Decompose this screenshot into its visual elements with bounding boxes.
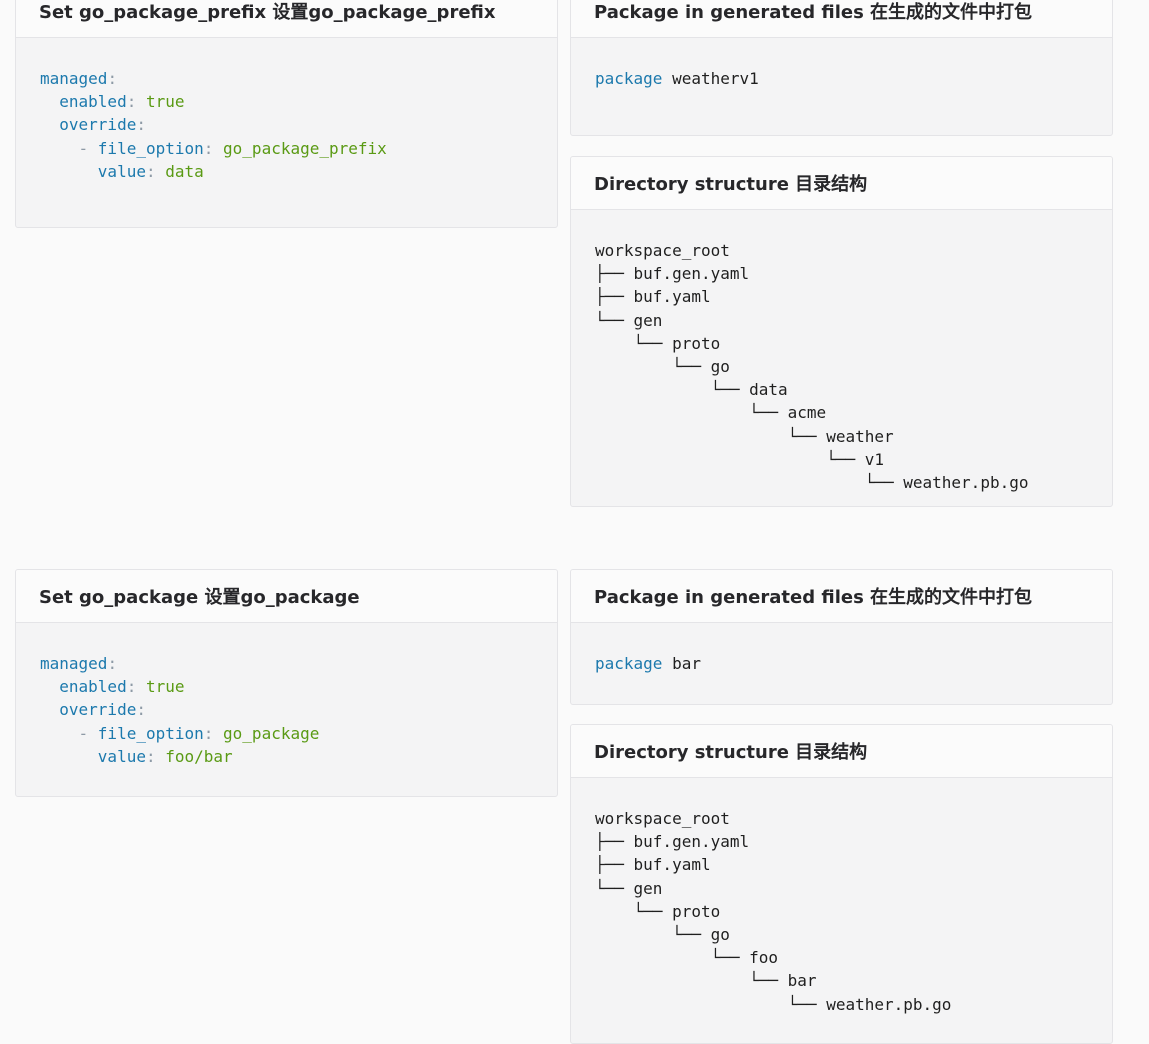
tree-line: workspace_root <box>595 809 730 828</box>
yaml-key: managed <box>40 654 108 673</box>
yaml-key: value <box>97 746 146 766</box>
directory-tree: workspace_root ├── buf.gen.yaml ├── buf.… <box>571 778 1112 1016</box>
go-code-block: package weatherv1 <box>571 38 1112 90</box>
tree-line: ├── buf.gen.yaml <box>595 264 750 284</box>
yaml-code-block: managed: enabled: true override: - file_… <box>40 654 320 766</box>
yaml-value: true <box>145 677 185 697</box>
package-name: weatherv1 <box>672 69 759 88</box>
directory-card: Directory structure 目录结构 workspace_root … <box>570 724 1113 1044</box>
yaml-key: override <box>59 115 137 135</box>
config-card: Set go_package 设置go_package managed: ena… <box>15 569 558 797</box>
yaml-value: data <box>165 161 204 181</box>
package-keyword: package <box>595 69 663 88</box>
card-title: Directory structure 目录结构 <box>571 725 1112 778</box>
card-title: Set go_package 设置go_package <box>16 570 557 623</box>
tree-line: └── data <box>595 380 788 400</box>
directory-tree: workspace_root ├── buf.gen.yaml ├── buf.… <box>571 210 1112 494</box>
go-code-block: package bar <box>571 623 1112 675</box>
yaml-key: override <box>59 700 137 720</box>
tree-line: workspace_root <box>595 241 730 260</box>
yaml-value: go_package <box>223 723 320 743</box>
tree-line: └── gen <box>595 310 663 330</box>
card-title: Package in generated files 在生成的文件中打包 <box>571 570 1112 623</box>
yaml-key: managed <box>40 69 108 88</box>
yaml-key: file_option <box>97 138 204 158</box>
yaml-key: enabled <box>59 677 127 697</box>
package-name: bar <box>672 654 701 673</box>
tree-line: └── weather.pb.go <box>595 994 952 1014</box>
yaml-code-block: managed: enabled: true override: - file_… <box>40 69 387 181</box>
tree-line: ├── buf.yaml <box>595 855 711 875</box>
yaml-value: go_package_prefix <box>223 138 387 158</box>
tree-line: └── v1 <box>595 449 884 469</box>
tree-line: └── proto <box>595 901 721 921</box>
yaml-value: foo/bar <box>165 746 233 766</box>
tree-line: └── go <box>595 357 730 377</box>
tree-line: └── acme <box>595 403 827 423</box>
package-card: Package in generated files 在生成的文件中打包 pac… <box>570 0 1113 136</box>
card-title: Directory structure 目录结构 <box>571 157 1112 210</box>
tree-line: ├── buf.gen.yaml <box>595 832 750 852</box>
tree-line: └── gen <box>595 878 663 898</box>
tree-line: └── bar <box>595 971 817 991</box>
yaml-value: true <box>145 92 185 112</box>
tree-line: └── foo <box>595 948 779 968</box>
package-card: Package in generated files 在生成的文件中打包 pac… <box>570 569 1113 705</box>
card-title: Set go_package_prefix 设置go_package_prefi… <box>16 0 557 38</box>
tree-line: └── weather <box>595 426 894 446</box>
tree-line: └── go <box>595 925 730 945</box>
tree-line: └── proto <box>595 333 721 353</box>
tree-line: └── weather.pb.go <box>595 473 1029 493</box>
tree-line: ├── buf.yaml <box>595 287 711 307</box>
yaml-key: file_option <box>97 723 204 743</box>
config-card: Set go_package_prefix 设置go_package_prefi… <box>15 0 558 228</box>
yaml-key: enabled <box>59 92 127 112</box>
directory-card: Directory structure 目录结构 workspace_root … <box>570 156 1113 507</box>
card-title: Package in generated files 在生成的文件中打包 <box>571 0 1112 38</box>
package-keyword: package <box>595 654 663 673</box>
yaml-key: value <box>97 161 146 181</box>
